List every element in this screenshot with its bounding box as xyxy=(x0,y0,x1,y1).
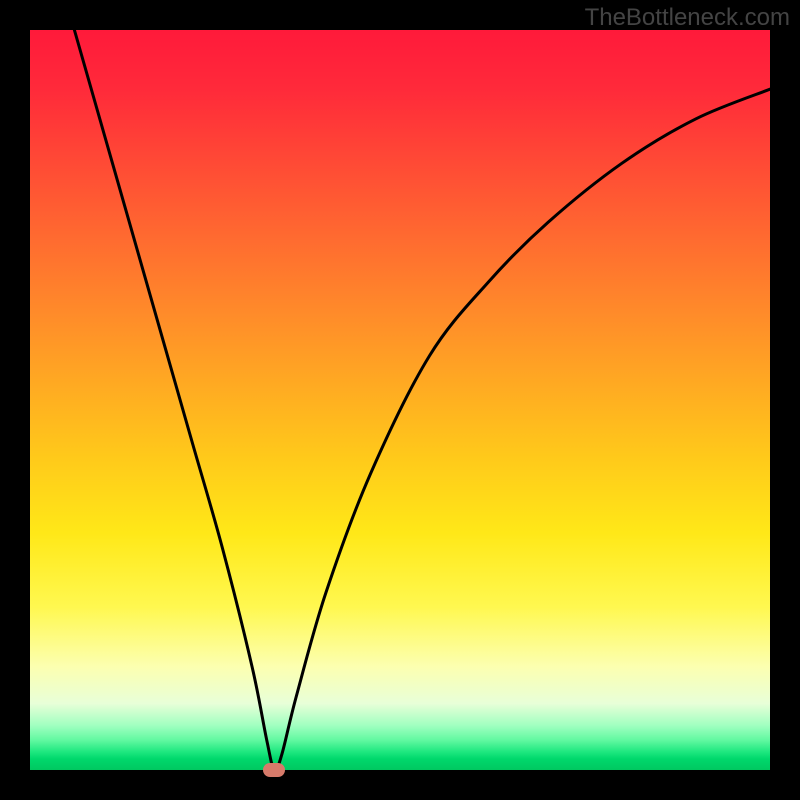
optimal-point-marker xyxy=(263,763,285,777)
bottleneck-curve xyxy=(74,30,770,771)
curve-svg xyxy=(30,30,770,770)
chart-plot-area xyxy=(30,30,770,770)
watermark-text: TheBottleneck.com xyxy=(585,4,790,32)
